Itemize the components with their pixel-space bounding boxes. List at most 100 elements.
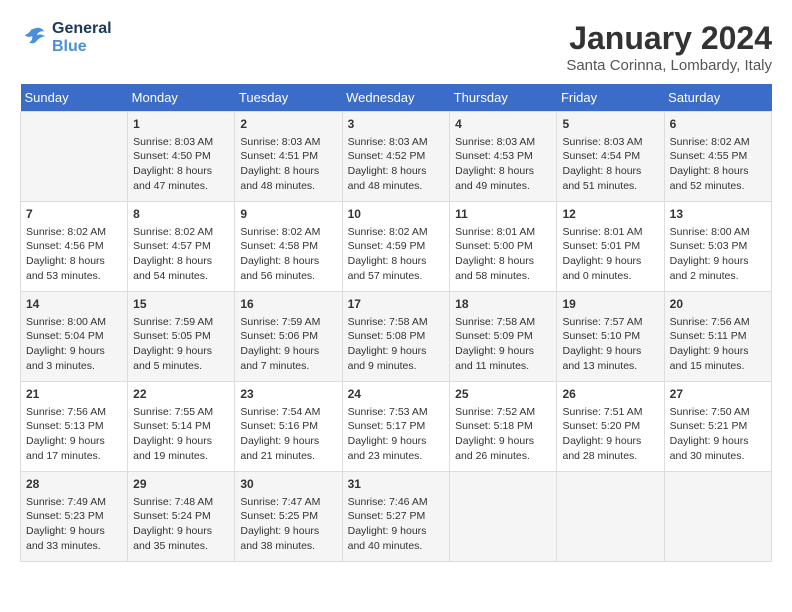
- week-row-5: 28 Sunrise: 7:49 AM Sunset: 5:23 PM Dayli…: [21, 472, 772, 562]
- calendar-cell: 6Sunrise: 8:02 AM Sunset: 4:55 PM Daylig…: [664, 112, 771, 202]
- calendar-cell: 26 Sunrise: 7:51 AM Sunset: 5:20 PM Dayli…: [557, 382, 664, 472]
- day-info: Sunrise: 8:03 AM Sunset: 4:53 PM Dayligh…: [455, 135, 551, 194]
- calendar-cell: 31 Sunrise: 7:46 AM Sunset: 5:27 PM Dayli…: [342, 472, 450, 562]
- day-number: 6: [670, 116, 766, 133]
- calendar-cell: 3Sunrise: 8:03 AM Sunset: 4:52 PM Daylig…: [342, 112, 450, 202]
- calendar-cell: 25Sunrise: 7:52 AM Sunset: 5:18 PM Dayli…: [450, 382, 557, 472]
- calendar-cell: 13Sunrise: 8:00 AM Sunset: 5:03 PM Dayli…: [664, 202, 771, 292]
- week-row-1: 1Sunrise: 8:03 AM Sunset: 4:50 PM Daylig…: [21, 112, 772, 202]
- day-number: 3: [348, 116, 445, 133]
- logo-text-line1: General: [52, 20, 112, 38]
- day-info: Sunrise: 7:51 AM Sunset: 5:20 PM Dayligh…: [562, 405, 658, 464]
- calendar-cell: 1Sunrise: 8:03 AM Sunset: 4:50 PM Daylig…: [128, 112, 235, 202]
- day-number: 2: [240, 116, 336, 133]
- column-header-friday: Friday: [557, 84, 664, 112]
- day-number: 31: [348, 476, 445, 493]
- day-info: Sunrise: 8:02 AM Sunset: 4:56 PM Dayligh…: [26, 225, 122, 284]
- calendar-cell: 18 Sunrise: 7:58 AM Sunset: 5:09 PM Dayli…: [450, 292, 557, 382]
- day-number: 18: [455, 296, 551, 313]
- day-info: Sunrise: 8:02 AM Sunset: 4:58 PM Dayligh…: [240, 225, 336, 284]
- day-info: Sunrise: 8:00 AM Sunset: 5:04 PM Dayligh…: [26, 315, 122, 374]
- day-info: Sunrise: 7:46 AM Sunset: 5:27 PM Dayligh…: [348, 495, 445, 554]
- day-number: 21: [26, 386, 122, 403]
- week-row-3: 14 Sunrise: 8:00 AM Sunset: 5:04 PM Dayli…: [21, 292, 772, 382]
- calendar-cell: 21 Sunrise: 7:56 AM Sunset: 5:13 PM Dayli…: [21, 382, 128, 472]
- day-info: Sunrise: 7:58 AM Sunset: 5:08 PM Dayligh…: [348, 315, 445, 374]
- calendar-cell: 11 Sunrise: 8:01 AM Sunset: 5:00 PM Dayli…: [450, 202, 557, 292]
- day-info: Sunrise: 8:03 AM Sunset: 4:54 PM Dayligh…: [562, 135, 658, 194]
- day-info: Sunrise: 8:02 AM Sunset: 4:57 PM Dayligh…: [133, 225, 229, 284]
- calendar-cell: 28 Sunrise: 7:49 AM Sunset: 5:23 PM Dayli…: [21, 472, 128, 562]
- day-number: 20: [670, 296, 766, 313]
- day-number: 19: [562, 296, 658, 313]
- column-header-wednesday: Wednesday: [342, 84, 450, 112]
- calendar-cell: 23Sunrise: 7:54 AM Sunset: 5:16 PM Dayli…: [235, 382, 342, 472]
- day-number: 7: [26, 206, 122, 223]
- day-info: Sunrise: 7:47 AM Sunset: 5:25 PM Dayligh…: [240, 495, 336, 554]
- calendar-cell: 30 Sunrise: 7:47 AM Sunset: 5:25 PM Dayli…: [235, 472, 342, 562]
- day-info: Sunrise: 7:56 AM Sunset: 5:11 PM Dayligh…: [670, 315, 766, 374]
- day-info: Sunrise: 8:00 AM Sunset: 5:03 PM Dayligh…: [670, 225, 766, 284]
- day-number: 29: [133, 476, 229, 493]
- day-number: 30: [240, 476, 336, 493]
- day-info: Sunrise: 7:56 AM Sunset: 5:13 PM Dayligh…: [26, 405, 122, 464]
- logo-text-line2: Blue: [52, 38, 112, 56]
- calendar-cell: 10 Sunrise: 8:02 AM Sunset: 4:59 PM Dayli…: [342, 202, 450, 292]
- calendar-cell: 29 Sunrise: 7:48 AM Sunset: 5:24 PM Dayli…: [128, 472, 235, 562]
- calendar-cell: 16Sunrise: 7:59 AM Sunset: 5:06 PM Dayli…: [235, 292, 342, 382]
- day-info: Sunrise: 7:59 AM Sunset: 5:05 PM Dayligh…: [133, 315, 229, 374]
- day-number: 15: [133, 296, 229, 313]
- calendar-cell: 22 Sunrise: 7:55 AM Sunset: 5:14 PM Dayli…: [128, 382, 235, 472]
- day-number: 9: [240, 206, 336, 223]
- calendar-cell: 12 Sunrise: 8:01 AM Sunset: 5:01 PM Dayli…: [557, 202, 664, 292]
- column-header-sunday: Sunday: [21, 84, 128, 112]
- calendar-cell: 17 Sunrise: 7:58 AM Sunset: 5:08 PM Dayli…: [342, 292, 450, 382]
- day-number: 12: [562, 206, 658, 223]
- logo: General Blue: [20, 20, 112, 55]
- calendar-cell: [450, 472, 557, 562]
- calendar-table: SundayMondayTuesdayWednesdayThursdayFrid…: [20, 84, 772, 562]
- calendar-cell: [557, 472, 664, 562]
- title-area: January 2024 Santa Corinna, Lombardy, It…: [566, 20, 772, 74]
- day-info: Sunrise: 7:58 AM Sunset: 5:09 PM Dayligh…: [455, 315, 551, 374]
- day-info: Sunrise: 8:03 AM Sunset: 4:51 PM Dayligh…: [240, 135, 336, 194]
- day-info: Sunrise: 7:49 AM Sunset: 5:23 PM Dayligh…: [26, 495, 122, 554]
- calendar-cell: [664, 472, 771, 562]
- location-title: Santa Corinna, Lombardy, Italy: [566, 57, 772, 74]
- day-number: 1: [133, 116, 229, 133]
- column-header-monday: Monday: [128, 84, 235, 112]
- calendar-cell: 19Sunrise: 7:57 AM Sunset: 5:10 PM Dayli…: [557, 292, 664, 382]
- day-number: 11: [455, 206, 551, 223]
- day-info: Sunrise: 7:54 AM Sunset: 5:16 PM Dayligh…: [240, 405, 336, 464]
- day-number: 24: [348, 386, 445, 403]
- day-number: 17: [348, 296, 445, 313]
- day-info: Sunrise: 7:48 AM Sunset: 5:24 PM Dayligh…: [133, 495, 229, 554]
- day-number: 22: [133, 386, 229, 403]
- day-number: 10: [348, 206, 445, 223]
- day-info: Sunrise: 8:01 AM Sunset: 5:01 PM Dayligh…: [562, 225, 658, 284]
- day-number: 27: [670, 386, 766, 403]
- page-header: General Blue January 2024 Santa Corinna,…: [20, 20, 772, 74]
- calendar-cell: 20 Sunrise: 7:56 AM Sunset: 5:11 PM Dayli…: [664, 292, 771, 382]
- column-header-thursday: Thursday: [450, 84, 557, 112]
- week-row-2: 7 Sunrise: 8:02 AM Sunset: 4:56 PM Daylig…: [21, 202, 772, 292]
- week-row-4: 21 Sunrise: 7:56 AM Sunset: 5:13 PM Dayli…: [21, 382, 772, 472]
- day-number: 28: [26, 476, 122, 493]
- day-number: 25: [455, 386, 551, 403]
- month-title: January 2024: [566, 20, 772, 57]
- day-info: Sunrise: 7:55 AM Sunset: 5:14 PM Dayligh…: [133, 405, 229, 464]
- day-info: Sunrise: 7:50 AM Sunset: 5:21 PM Dayligh…: [670, 405, 766, 464]
- day-info: Sunrise: 7:53 AM Sunset: 5:17 PM Dayligh…: [348, 405, 445, 464]
- day-number: 14: [26, 296, 122, 313]
- day-info: Sunrise: 8:01 AM Sunset: 5:00 PM Dayligh…: [455, 225, 551, 284]
- calendar-cell: 9 Sunrise: 8:02 AM Sunset: 4:58 PM Daylig…: [235, 202, 342, 292]
- column-header-tuesday: Tuesday: [235, 84, 342, 112]
- day-info: Sunrise: 8:02 AM Sunset: 4:59 PM Dayligh…: [348, 225, 445, 284]
- calendar-cell: 14 Sunrise: 8:00 AM Sunset: 5:04 PM Dayli…: [21, 292, 128, 382]
- day-number: 5: [562, 116, 658, 133]
- day-number: 8: [133, 206, 229, 223]
- calendar-header-row: SundayMondayTuesdayWednesdayThursdayFrid…: [21, 84, 772, 112]
- column-header-saturday: Saturday: [664, 84, 771, 112]
- day-number: 4: [455, 116, 551, 133]
- day-number: 26: [562, 386, 658, 403]
